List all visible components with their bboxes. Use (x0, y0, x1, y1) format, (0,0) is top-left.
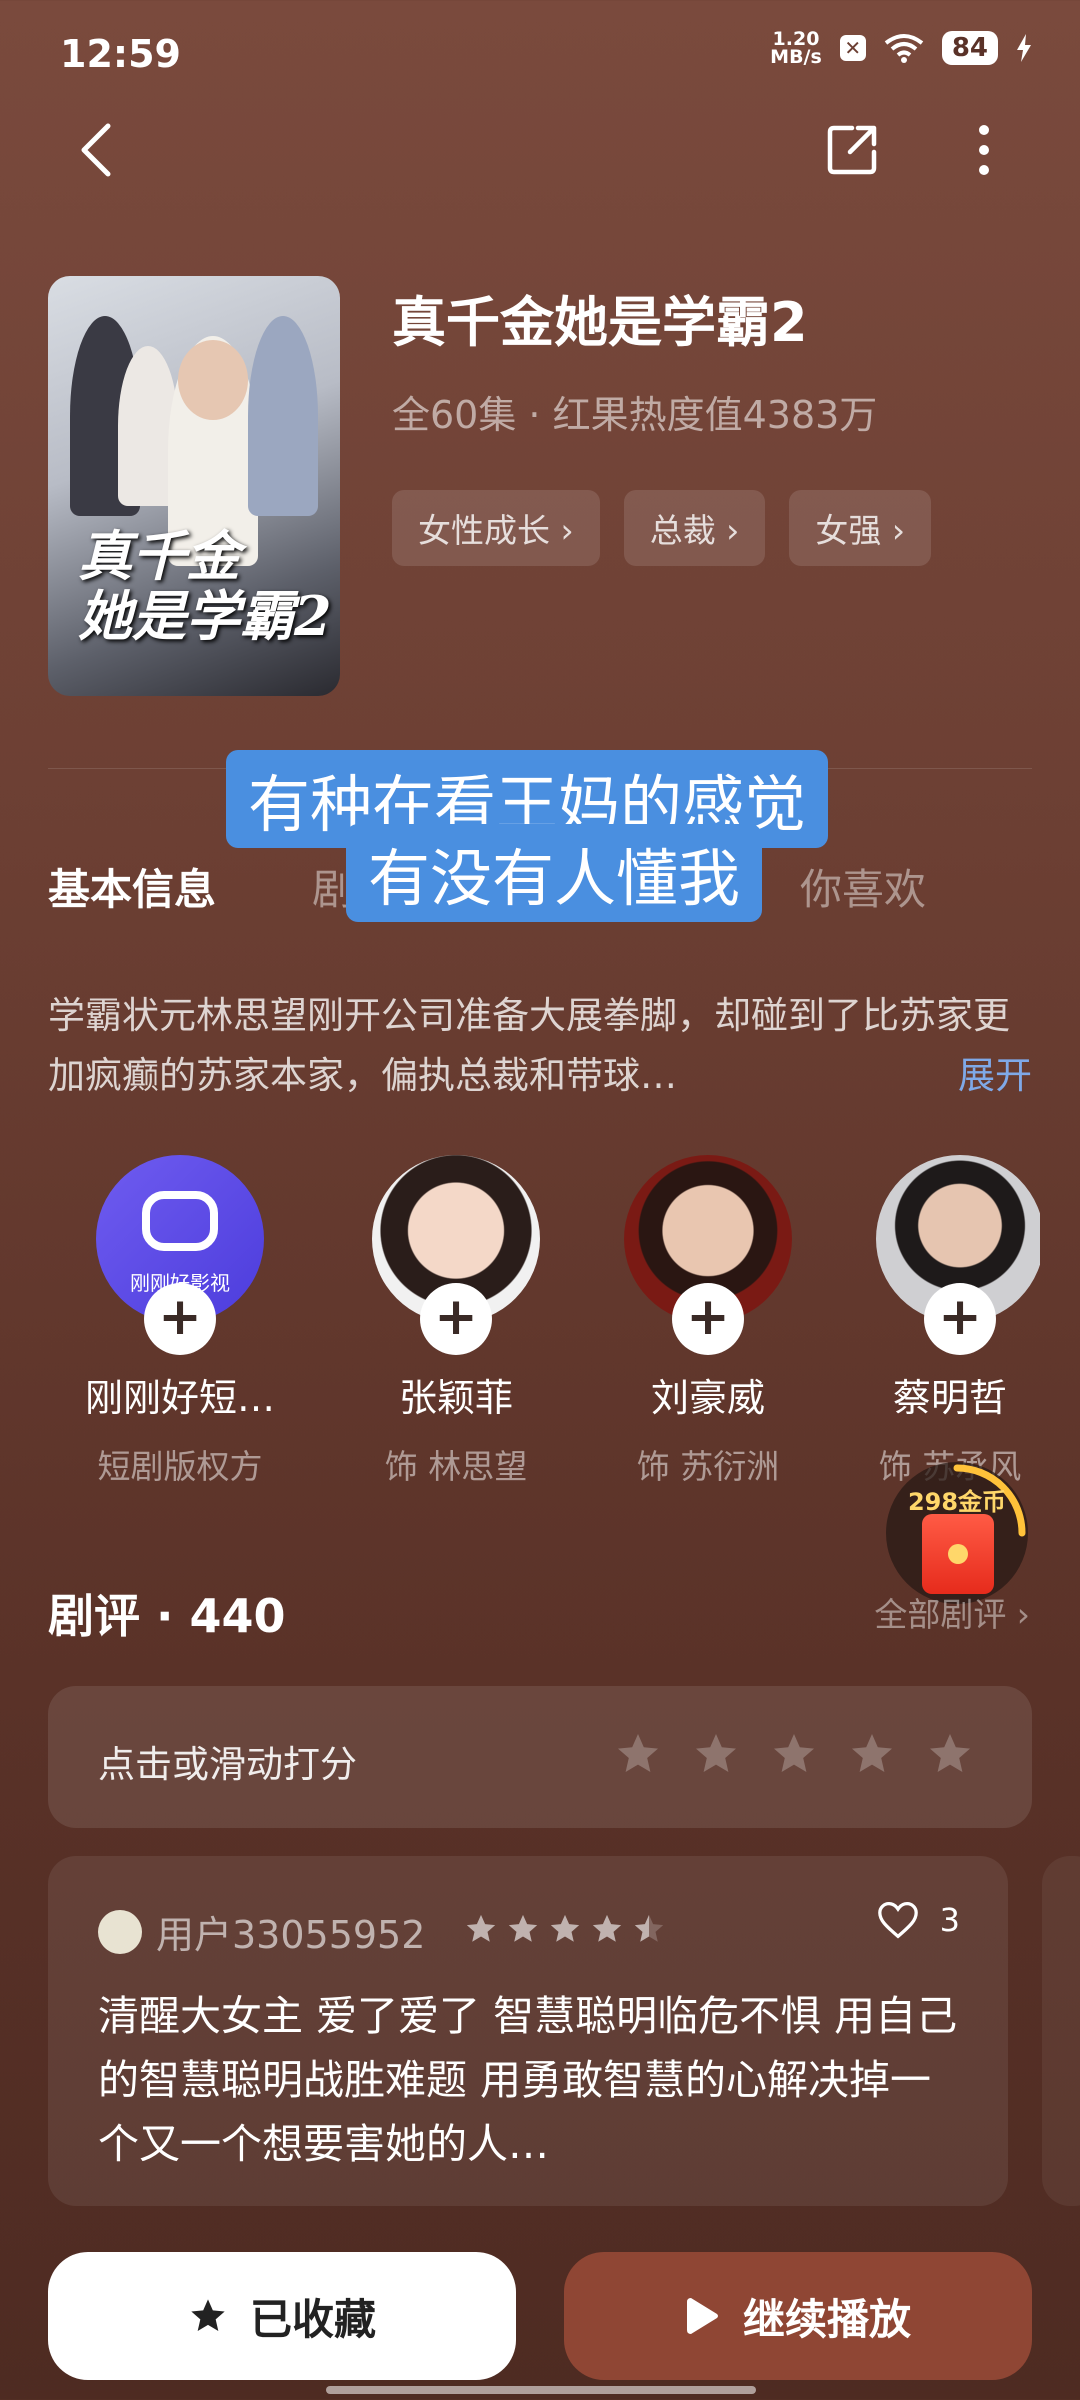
star-icon[interactable] (848, 1730, 896, 1778)
overlay-caption-line2: 有没有人懂我 (346, 824, 763, 922)
collect-button[interactable]: 已收藏 (48, 2252, 516, 2380)
cast-name: 张颖菲 (398, 1376, 513, 1420)
status-icons: 1.20 MB/s ✕ 84 (770, 28, 1032, 68)
tab-bar: 基本信息 (48, 856, 216, 917)
cast-role: 饰 苏衍洲 (636, 1447, 780, 1486)
heart-icon (877, 1901, 918, 1939)
collect-label: 已收藏 (249, 2294, 376, 2344)
synopsis: 学霸状元林思望刚开公司准备大展拳脚，却碰到了比苏家更加疯癫的苏家本家，偏执总裁和… (48, 986, 1032, 1106)
play-label: 继续播放 (742, 2294, 911, 2344)
coin-label: 298金币 (907, 1488, 1007, 1516)
synopsis-text: 学霸状元林思望刚开公司准备大展拳脚，却碰到了比苏家更加疯癫的苏家本家，偏执总裁和… (48, 994, 1010, 1097)
follow-button[interactable]: + (144, 1283, 216, 1355)
review-card-next[interactable] (1042, 1856, 1080, 2206)
rating-input[interactable]: 点击或滑动打分 (48, 1686, 1032, 1828)
continue-play-button[interactable]: 继续播放 (564, 2252, 1032, 2380)
red-packet-icon (922, 1514, 994, 1594)
share-icon (827, 125, 877, 175)
follow-button[interactable]: + (420, 1283, 492, 1355)
star-icon (592, 1914, 622, 1942)
rating-prompt: 点击或滑动打分 (98, 1743, 357, 1786)
charging-icon (1017, 34, 1031, 62)
expand-button[interactable]: 展开 (958, 1046, 1032, 1106)
user-avatar (98, 1910, 142, 1954)
poster-title: 真千金 她是学霸2 (78, 524, 332, 648)
star-half-icon (634, 1914, 664, 1942)
star-icon[interactable] (926, 1730, 974, 1778)
share-button[interactable] (812, 110, 892, 190)
like-count: 3 (939, 1901, 960, 1939)
cast-item[interactable]: + 刘豪威 饰 苏衍洲 (608, 1155, 808, 1488)
tag-list: 女性成长 › 总裁 › 女强 › (392, 490, 932, 566)
cast-role: 饰 林思望 (384, 1447, 528, 1486)
follow-button[interactable]: + (924, 1283, 996, 1355)
studio-logo-icon (142, 1191, 218, 1251)
more-vertical-icon (979, 125, 989, 175)
play-icon (686, 2298, 718, 2334)
cast-role: 短剧版权方 (97, 1447, 263, 1486)
rating-stars[interactable] (614, 1730, 974, 1778)
cast-item[interactable]: + 张颖菲 饰 林思望 (356, 1155, 556, 1488)
status-time: 12:59 (60, 32, 181, 76)
star-filled-icon (191, 2299, 225, 2331)
cast-name: 蔡明哲 (892, 1376, 1007, 1420)
review-text: 清醒大女主 爱了爱了 智慧聪明临危不惧 用自己的智慧聪明战胜难题 用勇敢智慧的心… (98, 1992, 958, 2168)
network-speed: 1.20 MB/s (770, 28, 822, 68)
reviews-title: 剧评 · 440 (48, 1589, 286, 1643)
avatar: + (876, 1155, 1040, 1355)
back-button[interactable] (56, 110, 136, 190)
review-username: 用户33055952 (156, 1913, 426, 1957)
tag-strong-female[interactable]: 女强 › (789, 490, 932, 566)
more-button[interactable] (944, 110, 1024, 190)
show-title: 真千金她是学霸2 (392, 291, 808, 354)
avatar: + (624, 1155, 792, 1355)
tag-ceo[interactable]: 总裁 › (623, 490, 766, 566)
show-meta: 全60集 · 红果热度值4383万 (392, 393, 878, 437)
back-arrow-icon (81, 123, 111, 177)
notification-x-icon: ✕ (839, 35, 866, 61)
star-icon[interactable] (770, 1730, 818, 1778)
coin-reward-badge[interactable]: 298金币 (886, 1462, 1028, 1604)
star-icon (508, 1914, 538, 1942)
tab-recommend[interactable]: 你喜欢 (800, 856, 926, 917)
all-reviews-link[interactable]: 全部剧评 › (874, 1588, 1030, 1636)
cast-name: 刚刚好短… (84, 1376, 275, 1420)
review-card[interactable]: 用户33055952 3 清醒大女主 爱了爱了 智慧聪明临危不惧 用自己的智慧聪… (48, 1856, 1008, 2206)
star-icon (466, 1914, 496, 1942)
follow-button[interactable]: + (672, 1283, 744, 1355)
review-rating (464, 1912, 666, 1946)
cast-name: 刘豪威 (650, 1376, 765, 1420)
avatar: 刚刚好影视 + (96, 1155, 264, 1355)
wifi-icon (884, 34, 924, 63)
battery-level: 84 (941, 31, 998, 65)
show-poster[interactable]: 真千金 她是学霸2 (48, 276, 340, 696)
tag-female-growth[interactable]: 女性成长 › (392, 490, 600, 566)
home-indicator[interactable] (326, 2386, 756, 2394)
star-icon[interactable] (614, 1730, 662, 1778)
star-icon[interactable] (692, 1730, 740, 1778)
star-icon (550, 1914, 580, 1942)
avatar: + (372, 1155, 540, 1355)
cast-item[interactable]: 刚刚好影视 + 刚刚好短… 短剧版权方 (80, 1155, 280, 1488)
tab-basic-info[interactable]: 基本信息 (48, 865, 216, 914)
like-button[interactable]: 3 (876, 1900, 960, 1940)
cast-item[interactable]: + 蔡明哲 饰 苏承风 (860, 1155, 1040, 1488)
